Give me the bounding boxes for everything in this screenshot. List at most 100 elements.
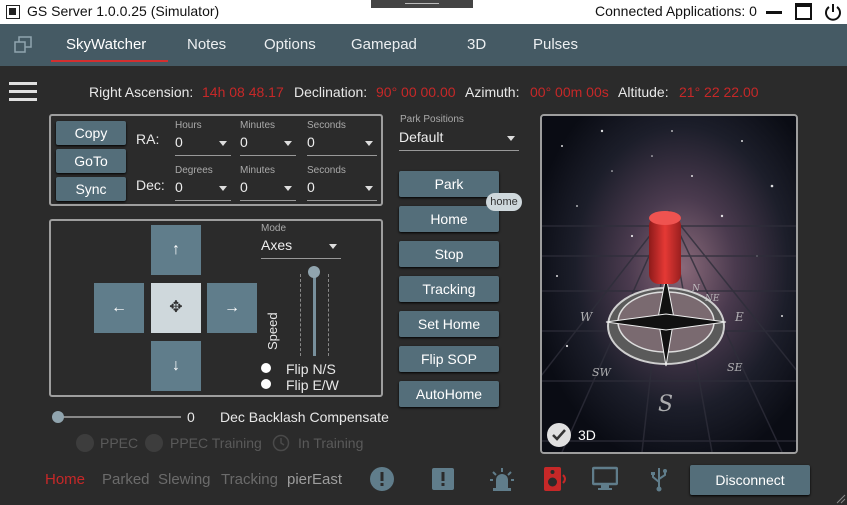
check-circle-icon[interactable] [546,422,572,448]
stop-button[interactable]: Stop [399,241,499,267]
dec-input-label: Dec: [136,177,165,193]
chevron-down-icon [329,244,337,249]
dec-minutes-label: Minutes [240,165,276,176]
status-home: Home [45,471,86,488]
ra-seconds-label: Seconds [307,120,346,131]
menu-icon[interactable] [9,82,37,102]
backlash-label: Dec Backlash Compensate [220,409,389,425]
chevron-down-icon [284,141,292,146]
alert-circle-icon [370,467,394,491]
drag-handle[interactable] [371,0,473,8]
ra-value: 14h 08 48.17 [202,84,284,100]
in-training-label: In Training [298,435,364,451]
ra-minutes-select[interactable]: 0 [240,134,296,156]
altitude-value: 21° 22 22.00 [679,84,759,100]
chevron-down-icon [284,186,292,191]
flip-sop-button[interactable]: Flip SOP [399,346,499,372]
ra-minutes-label: Minutes [240,120,276,131]
flip-ns-label: Flip N/S [286,361,336,377]
dec-label: Declination: [294,84,368,100]
backlash-slider-thumb[interactable] [52,411,64,423]
chevron-down-icon [365,186,373,191]
backlash-value: 0 [187,409,195,425]
ppec-training-checkbox[interactable] [145,434,163,452]
ra-label: Right Ascension: [89,84,194,100]
3d-label: 3D [578,427,596,443]
status-slewing: Slewing [158,471,211,488]
tab-skywatcher[interactable]: SkyWatcher [66,36,146,53]
clock-icon [272,434,290,452]
maximize-button[interactable] [795,3,812,20]
sky-scene: S E W SW SE N NE [542,116,796,452]
goto-button[interactable]: GoTo [56,149,126,173]
tab-notes[interactable]: Notes [187,36,226,53]
ppec-checkbox[interactable] [76,434,94,452]
home-tooltip: home [486,193,522,211]
app-icon [6,5,20,19]
dec-value: 90° 00 00.00 [376,84,456,100]
ra-hours-select[interactable]: 0 [175,134,231,156]
compass-letter-e: E [734,310,744,324]
set-home-button[interactable]: Set Home [399,311,499,337]
ra-input-label: RA: [136,131,160,147]
park-positions-label: Park Positions [400,114,464,125]
ra-seconds-select[interactable]: 0 [307,134,377,156]
speed-ticks-right [328,274,329,356]
resize-grip-icon[interactable] [834,492,846,504]
speaker-icon [544,467,566,491]
mode-select[interactable]: Axes [261,237,341,259]
compass-letter-ne: NE [704,294,720,304]
sync-button[interactable]: Sync [56,177,126,201]
title-bar: GS Server 1.0.0.25 (Simulator) Connected… [0,0,847,24]
dec-seconds-select[interactable]: 0 [307,179,377,201]
speed-slider-track[interactable] [313,272,316,356]
disconnect-button[interactable]: Disconnect [690,465,810,495]
window-title: GS Server 1.0.0.25 (Simulator) [27,3,220,19]
dec-minutes-select[interactable]: 0 [240,179,296,201]
chevron-down-icon [507,136,515,141]
altitude-label: Altitude: [618,84,669,100]
compass-letter-n: N [691,284,701,294]
usb-icon [651,468,667,492]
autohome-button[interactable]: AutoHome [399,381,499,407]
compass-letter-se: SE [727,361,743,374]
ppec-label: PPEC [100,435,139,451]
copy-button[interactable]: Copy [56,121,126,145]
status-tracking: Tracking [221,471,278,488]
slew-down-button[interactable]: ↓ [151,341,201,391]
chevron-down-icon [365,141,373,146]
status-pier: pierEast [287,471,343,488]
azimuth-value: 00° 00m 00s [530,84,609,100]
tab-3d[interactable]: 3D [467,36,486,53]
flip-ns-radio[interactable] [261,363,271,373]
alarm-light-icon [490,468,514,491]
chevron-down-icon [219,186,227,191]
speed-label: Speed [265,312,280,350]
flip-ew-label: Flip E/W [286,377,339,393]
slew-right-button[interactable]: → [207,283,257,333]
compass-letter-w: W [580,310,594,324]
speed-slider-thumb[interactable] [308,266,320,278]
alert-box-icon [432,468,454,490]
compass-letter-sw: SW [592,366,613,379]
tab-options[interactable]: Options [264,36,316,53]
slew-stop-button[interactable]: ✥ [151,283,201,333]
power-icon[interactable] [823,2,843,22]
window-switch-icon[interactable] [13,36,33,54]
dec-degrees-select[interactable]: 0 [175,179,231,201]
tracking-button[interactable]: Tracking [399,276,499,302]
backlash-slider-track[interactable] [57,416,181,418]
slew-up-button[interactable]: ↑ [151,225,201,275]
telescope-3d-view[interactable]: S E W SW SE N NE 3D [540,114,798,454]
tab-gamepad[interactable]: Gamepad [351,36,417,53]
minimize-button[interactable] [766,5,782,19]
home-button[interactable]: Home [399,206,499,232]
speed-ticks-left [300,274,301,356]
park-button[interactable]: Park [399,171,499,197]
park-positions-select[interactable]: Default [399,129,519,151]
ppec-training-label: PPEC Training [170,435,262,451]
slew-left-button[interactable]: ← [94,283,144,333]
active-tab-indicator [51,60,168,62]
tab-pulses[interactable]: Pulses [533,36,578,53]
flip-ew-radio[interactable] [261,379,271,389]
